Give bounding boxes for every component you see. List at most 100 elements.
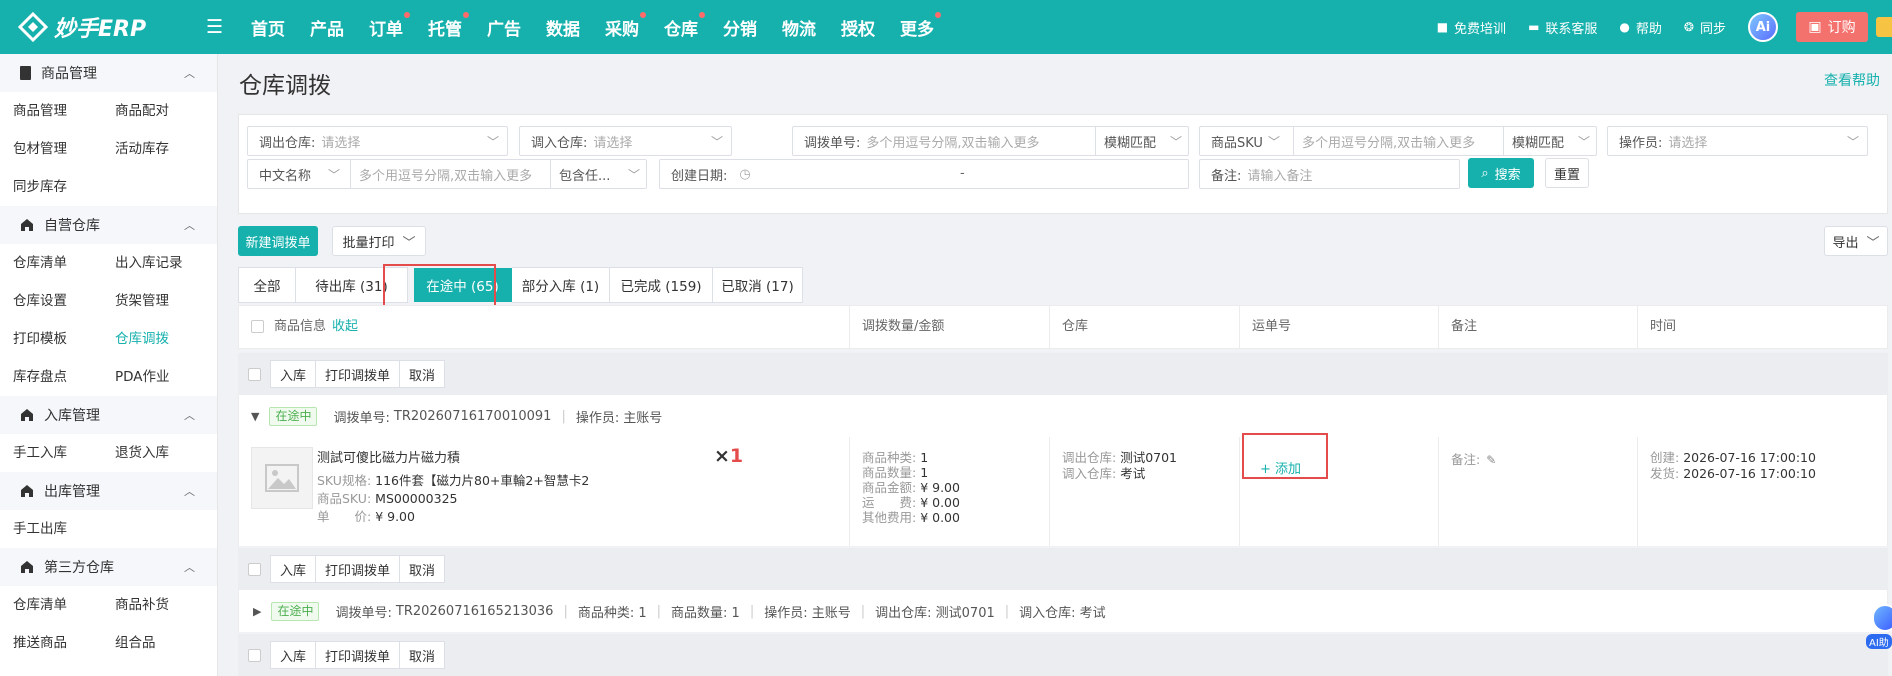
- new-transfer-button[interactable]: 新建调拨单: [238, 226, 318, 256]
- sidebar-item-sync-stock[interactable]: 同步库存: [13, 168, 115, 206]
- nav-hosting[interactable]: 托管: [428, 11, 469, 40]
- export-button[interactable]: 导出 ﹀: [1824, 226, 1888, 256]
- sidebar-item-replenish[interactable]: 商品补货: [115, 586, 215, 624]
- product-image-placeholder[interactable]: [251, 447, 313, 509]
- tab-completed[interactable]: 已完成 (159): [610, 267, 713, 303]
- transfer-no-input[interactable]: 调拨单号: 多个用逗号分隔,双击输入更多 模糊匹配 ﹀: [792, 126, 1189, 156]
- inbound-button[interactable]: 入库: [270, 641, 317, 669]
- select-all-checkbox[interactable]: [251, 320, 264, 333]
- nav-ads[interactable]: 广告: [487, 15, 521, 40]
- ai-assistant-button[interactable]: Ai: [1748, 12, 1778, 42]
- row-checkbox[interactable]: [248, 648, 261, 662]
- sidebar-item-io-records[interactable]: 出入库记录: [115, 244, 215, 282]
- sku-value: MS00000325: [375, 491, 458, 506]
- tab-all[interactable]: 全部: [238, 267, 296, 303]
- sidebar-item-print-template[interactable]: 打印模板: [13, 320, 115, 358]
- print-transfer-button[interactable]: 打印调拨单: [315, 360, 401, 388]
- hamburger-menu-icon[interactable]: ☰: [206, 16, 226, 38]
- tab-cancelled[interactable]: 已取消 (17): [713, 267, 803, 303]
- sidebar-item-shelf-manage[interactable]: 货架管理: [115, 282, 215, 320]
- product-spec: SKU规格: 116件套【磁力片80+車輪2+智慧卡2: [317, 470, 589, 489]
- sku-match-mode-select[interactable]: 模糊匹配 ﹀: [1503, 127, 1596, 155]
- tab-partial-inbound[interactable]: 部分入库 (1): [512, 267, 610, 303]
- cn-name-text-field[interactable]: 多个用逗号分隔,双击输入更多: [350, 160, 550, 188]
- view-help-link[interactable]: 查看帮助: [1824, 70, 1880, 90]
- help-link[interactable]: ● 帮助: [1619, 18, 1662, 37]
- order-button[interactable]: ▣ 订购: [1796, 12, 1868, 42]
- print-transfer-button[interactable]: 打印调拨单: [315, 555, 401, 583]
- nav-more[interactable]: 更多: [900, 11, 941, 40]
- brand-logo[interactable]: 妙手ERP: [18, 11, 168, 43]
- nav-data[interactable]: 数据: [546, 15, 580, 40]
- nav-home[interactable]: 首页: [251, 15, 285, 40]
- nav-auth[interactable]: 授权: [841, 15, 875, 40]
- ai-float-icon[interactable]: [1872, 604, 1892, 632]
- nav-distribution[interactable]: 分销: [723, 15, 757, 40]
- remark-input[interactable]: 备注: 请输入备注: [1199, 159, 1460, 189]
- sidebar-item-push-goods[interactable]: 推送商品: [13, 624, 115, 662]
- inbound-button[interactable]: 入库: [270, 360, 317, 388]
- sidebar-item-warehouse-transfer[interactable]: 仓库调拨: [115, 320, 215, 358]
- sync-link[interactable]: ❂ 同步: [1684, 18, 1726, 37]
- nav-label: 授权: [841, 19, 875, 40]
- sidebar-item-manual-inbound[interactable]: 手工入库: [13, 434, 115, 472]
- sidebar-item-goods-manage[interactable]: 商品管理: [13, 92, 115, 130]
- coin-icon[interactable]: [1876, 17, 1892, 37]
- product-name[interactable]: 测試可傻比磁力片磁力積: [317, 447, 460, 466]
- sidebar-item-goods-pair[interactable]: 商品配对: [115, 92, 215, 130]
- sidebar-item-stocktake[interactable]: 库存盘点: [13, 358, 115, 396]
- nav-purchase[interactable]: 采购: [605, 11, 646, 40]
- status-tabs: 全部 待出库 (31) 在途中 (65) 部分入库 (1) 已完成 (159) …: [238, 267, 803, 303]
- sidebar-item-activity-stock[interactable]: 活动库存: [115, 130, 215, 168]
- match-mode-select[interactable]: 模糊匹配 ﹀: [1095, 127, 1188, 155]
- batch-action-bar: 入库 打印调拨单 取消: [238, 353, 1888, 395]
- sidebar-section-third-party[interactable]: 第三方仓库 ︿: [0, 548, 217, 586]
- caret-right-icon[interactable]: ▶: [253, 605, 261, 618]
- operator-select[interactable]: 操作员: 请选择 ﹀: [1607, 126, 1868, 156]
- batch-print-button[interactable]: 批量打印 ﹀: [332, 226, 426, 256]
- nav-order[interactable]: 订单: [369, 11, 410, 40]
- collapse-link[interactable]: 收起: [332, 319, 358, 334]
- search-button[interactable]: ⌕ 搜索: [1468, 158, 1534, 188]
- inbound-button[interactable]: 入库: [270, 555, 317, 583]
- print-transfer-button[interactable]: 打印调拨单: [315, 641, 401, 669]
- operator-label: 操作员:: [575, 410, 620, 426]
- row-checkbox[interactable]: [248, 562, 261, 576]
- support-link[interactable]: ▬ 联系客服: [1528, 18, 1597, 37]
- sidebar-item-3p-warehouse-list[interactable]: 仓库清单: [13, 586, 115, 624]
- sku-text-field[interactable]: 多个用逗号分隔,双击输入更多: [1293, 127, 1503, 155]
- in-warehouse-select[interactable]: 调入仓库: 请选择 ﹀: [519, 126, 732, 156]
- create-date-range[interactable]: 创建日期: ◷ -: [659, 159, 1189, 189]
- training-link[interactable]: ■ 免费培训: [1437, 18, 1506, 37]
- match-mode-label: 模糊匹配: [1104, 135, 1157, 151]
- nav-warehouse[interactable]: 仓库: [664, 11, 705, 40]
- out-warehouse-select[interactable]: 调出仓库: 请选择 ﹀: [247, 126, 508, 156]
- nav-label: 仓库: [664, 19, 698, 40]
- cn-name-mode-select[interactable]: 包含任... ﹀: [550, 160, 646, 188]
- field-placeholder: 多个用逗号分隔,双击输入更多: [866, 135, 1040, 151]
- cn-name-input[interactable]: 中文名称 ﹀ 多个用逗号分隔,双击输入更多 包含任... ﹀: [247, 159, 647, 189]
- nav-product[interactable]: 产品: [310, 15, 344, 40]
- reset-button[interactable]: 重置: [1545, 158, 1589, 188]
- sidebar-section-goods[interactable]: 商品管理 ︿: [0, 54, 217, 92]
- cancel-button[interactable]: 取消: [399, 555, 446, 583]
- row-checkbox[interactable]: [248, 367, 261, 381]
- caret-down-icon[interactable]: ▼: [251, 410, 259, 423]
- sidebar-section-own-warehouse[interactable]: 自营仓库 ︿: [0, 206, 217, 244]
- cancel-button[interactable]: 取消: [399, 641, 446, 669]
- edit-icon[interactable]: ✎: [1486, 453, 1496, 467]
- cancel-button[interactable]: 取消: [399, 360, 446, 388]
- sidebar-item-return-inbound[interactable]: 退货入库: [115, 434, 215, 472]
- ai-float-label[interactable]: AI助: [1866, 634, 1892, 649]
- sidebar-item-warehouse-settings[interactable]: 仓库设置: [13, 282, 115, 320]
- sidebar-item-packaging[interactable]: 包材管理: [13, 130, 115, 168]
- sku-input[interactable]: 商品SKU ﹀ 多个用逗号分隔,双击输入更多 模糊匹配 ﹀: [1199, 126, 1597, 156]
- sidebar-section-outbound[interactable]: 出库管理 ︿: [0, 472, 217, 510]
- nav-logistics[interactable]: 物流: [782, 15, 816, 40]
- sidebar-section-inbound[interactable]: 入库管理 ︿: [0, 396, 217, 434]
- sidebar-item-warehouse-list[interactable]: 仓库清单: [13, 244, 115, 282]
- table-row: 测試可傻比磁力片磁力積 SKU规格: 116件套【磁力片80+車輪2+智慧卡2 …: [238, 433, 1888, 546]
- sidebar-item-bundle[interactable]: 组合品: [115, 624, 215, 662]
- sidebar-item-pda[interactable]: PDA作业: [115, 358, 215, 396]
- sidebar-item-manual-outbound[interactable]: 手工出库: [13, 510, 115, 548]
